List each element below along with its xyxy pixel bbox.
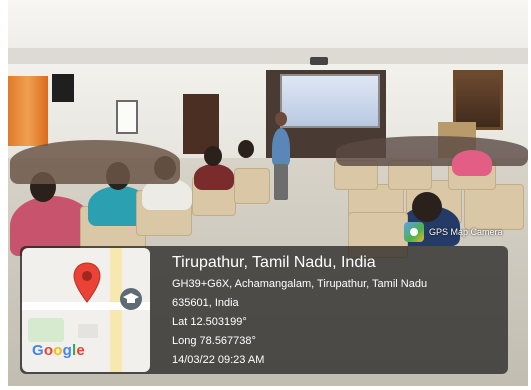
google-logo-letter: G — [32, 342, 44, 359]
google-logo: Google — [32, 342, 85, 359]
speaker-legs — [274, 164, 288, 200]
audience-right-rows — [336, 136, 528, 166]
map-road — [110, 248, 122, 372]
school-cap-icon — [120, 288, 142, 310]
google-logo-letter: o — [53, 342, 63, 359]
google-logo-letter: g — [62, 342, 72, 359]
timestamp: 14/03/22 09:23 AM — [172, 354, 265, 366]
gps-badge-label: GPS Map Camera — [429, 227, 503, 237]
map-building — [78, 324, 98, 338]
audience-pink-dress — [452, 150, 492, 176]
longitude: Long 78.567738° — [172, 335, 256, 347]
audience-head — [412, 192, 442, 222]
address-line-2: 635601, India — [172, 297, 239, 309]
map-thumbnail: Google — [22, 248, 150, 372]
wall-portrait — [453, 70, 503, 130]
address-line-1: GH39+G6X, Achamangalam, Tirupathur, Tami… — [172, 278, 428, 290]
gps-map-camera-icon — [404, 222, 424, 242]
audience-head — [238, 140, 254, 158]
projector-screen — [280, 74, 380, 128]
wooden-door — [183, 94, 219, 154]
audience-back-rows — [10, 140, 180, 184]
speaker-person — [272, 128, 290, 168]
orange-curtain — [8, 76, 48, 146]
gps-map-camera-badge: GPS Map Camera — [404, 222, 503, 242]
location-pin-icon — [73, 262, 101, 303]
audience-head — [204, 146, 222, 166]
audience-red-shirt — [194, 164, 234, 190]
wall-speaker — [52, 74, 74, 102]
google-logo-letter: e — [76, 342, 85, 359]
ceiling-beam — [8, 48, 528, 64]
chair — [234, 168, 270, 204]
google-logo-letter: o — [43, 342, 54, 359]
whiteboard — [116, 100, 138, 134]
latitude: Lat 12.503199° — [172, 316, 247, 328]
speaker-head — [275, 112, 287, 126]
map-park — [28, 318, 64, 342]
ceiling-projector — [310, 57, 328, 65]
location-title: Tirupathur, Tamil Nadu, India — [172, 254, 376, 271]
